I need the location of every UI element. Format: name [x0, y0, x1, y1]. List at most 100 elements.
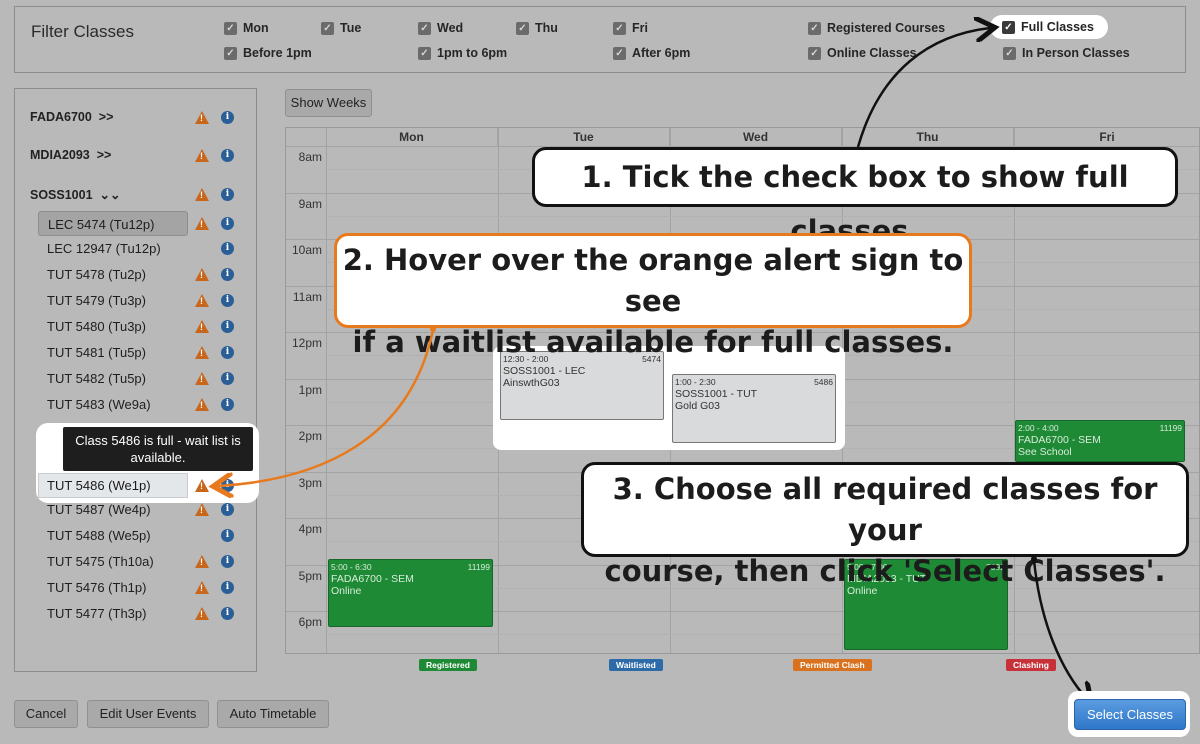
show-weeks-button[interactable]: Show Weeks — [285, 89, 372, 117]
filter-after-6pm[interactable]: ✓ After 6pm — [613, 46, 690, 60]
expand-icon[interactable]: >> — [99, 110, 114, 124]
alert-icon[interactable]: ! — [195, 188, 209, 201]
info-icon[interactable]: i — [221, 217, 234, 230]
alert-icon[interactable]: ! — [195, 346, 209, 359]
info-icon[interactable]: i — [221, 372, 234, 385]
hour-label: 5pm — [298, 568, 322, 583]
filter-mon[interactable]: ✓ Mon — [224, 21, 269, 35]
section-row[interactable]: TUT 5483 (We9a)! i — [14, 392, 257, 417]
checkbox-icon[interactable]: ✓ — [613, 46, 626, 60]
info-icon[interactable]: i — [221, 479, 234, 492]
legend-permitted-clash: Permitted Clash — [793, 659, 872, 671]
collapse-icon[interactable]: ⌄⌄ — [100, 188, 121, 202]
waitlist-tooltip: Class 5486 is full - wait list is availa… — [63, 427, 253, 471]
alert-icon[interactable]: ! — [195, 320, 209, 333]
alert-icon[interactable]: ! — [195, 268, 209, 281]
filter-wed[interactable]: ✓ Wed — [418, 21, 463, 35]
info-icon[interactable]: i — [221, 294, 234, 307]
section-row[interactable]: TUT 5479 (Tu3p)! i — [14, 288, 257, 313]
alert-icon[interactable]: ! — [195, 607, 209, 620]
section-label: TUT 5482 (Tu5p) — [47, 371, 146, 386]
class-event[interactable]: 5:00 - 6:30 11199 FADA6700 - SEM Online — [328, 559, 493, 627]
checkbox-icon[interactable]: ✓ — [224, 46, 237, 60]
filter-thu[interactable]: ✓ Thu — [516, 21, 558, 35]
section-row[interactable]: TUT 5488 (We5p) i — [14, 523, 257, 548]
select-classes-button[interactable]: Select Classes — [1074, 699, 1186, 730]
info-icon[interactable]: i — [221, 346, 234, 359]
info-icon[interactable]: i — [221, 607, 234, 620]
checkbox-icon[interactable]: ✓ — [321, 21, 334, 35]
alert-icon[interactable]: ! — [195, 372, 209, 385]
alert-icon[interactable]: ! — [195, 581, 209, 594]
section-row[interactable]: LEC 12947 (Tu12p) i — [14, 236, 257, 261]
section-row[interactable]: TUT 5475 (Th10a)! i — [14, 549, 257, 574]
filter-before-1pm[interactable]: ✓ Before 1pm — [224, 46, 312, 60]
event-location: Online — [331, 585, 362, 597]
info-icon[interactable]: i — [221, 242, 234, 255]
section-row[interactable]: TUT 5476 (Th1p)! i — [14, 575, 257, 600]
alert-icon[interactable]: ! — [195, 555, 209, 568]
day-header: Tue — [498, 128, 670, 146]
alert-icon[interactable]: ! — [195, 398, 209, 411]
filter-registered[interactable]: ✓ Registered Courses — [808, 21, 945, 35]
info-icon[interactable]: i — [221, 529, 234, 542]
filter-1pm-6pm[interactable]: ✓ 1pm to 6pm — [418, 46, 507, 60]
checkbox-icon[interactable]: ✓ — [808, 21, 821, 35]
auto-timetable-button[interactable]: Auto Timetable — [217, 700, 329, 728]
hour-label: 8am — [298, 150, 322, 164]
filter-online[interactable]: ✓ Online Classes — [808, 46, 917, 60]
filter-title: Filter Classes — [31, 22, 134, 41]
section-row[interactable]: TUT 5477 (Th3p)! i — [14, 601, 257, 626]
section-row[interactable]: TUT 5480 (Tu3p)! i — [14, 314, 257, 339]
section-row-tut-5486[interactable]: TUT 5486 (We1p) — [38, 473, 188, 498]
edit-user-events-button[interactable]: Edit User Events — [87, 700, 209, 728]
expand-icon[interactable]: >> — [97, 148, 112, 162]
hour-label: 2pm — [298, 429, 322, 443]
filter-full-classes[interactable]: ✓ Full Classes — [990, 15, 1108, 39]
day-header: Thu — [842, 128, 1014, 146]
info-icon[interactable]: i — [221, 111, 234, 124]
legend-clashing: Clashing — [1006, 659, 1056, 671]
checkbox-icon[interactable]: ✓ — [808, 46, 821, 60]
section-row[interactable]: TUT 5482 (Tu5p)! i — [14, 366, 257, 391]
filter-in-person[interactable]: ✓ In Person Classes — [1003, 46, 1130, 60]
alert-icon[interactable]: ! — [195, 503, 209, 516]
event-time: 5:00 - 6:30 — [331, 562, 372, 572]
checkbox-icon[interactable]: ✓ — [418, 46, 431, 60]
section-row[interactable]: LEC 5474 (Tu12p)! i — [14, 211, 257, 236]
checkbox-icon[interactable]: ✓ — [516, 21, 529, 35]
hour-label: 1pm — [298, 382, 322, 397]
info-icon[interactable]: i — [221, 188, 234, 201]
alert-icon-highlighted[interactable]: ! — [195, 479, 209, 492]
alert-icon[interactable]: ! — [195, 294, 209, 307]
cancel-button[interactable]: Cancel — [14, 700, 78, 728]
event-time: 1:00 - 2:30 — [675, 377, 716, 387]
alert-icon[interactable]: ! — [195, 149, 209, 162]
info-icon[interactable]: i — [221, 268, 234, 281]
course-row-soss1001[interactable]: SOSS1001 ⌄⌄ ! i — [14, 182, 257, 208]
checkbox-icon[interactable]: ✓ — [1003, 46, 1016, 60]
filter-fri[interactable]: ✓ Fri — [613, 21, 648, 35]
course-row-fada6700[interactable]: FADA6700 >> ! i — [14, 105, 257, 131]
info-icon[interactable]: i — [221, 581, 234, 594]
info-icon[interactable]: i — [221, 555, 234, 568]
class-event[interactable]: 1:00 - 2:30 5486 SOSS1001 - TUT Gold G03 — [672, 374, 836, 443]
course-row-mdia2093[interactable]: MDIA2093 >> ! i — [14, 143, 257, 169]
filter-tue[interactable]: ✓ Tue — [321, 21, 361, 35]
checkbox-icon[interactable]: ✓ — [224, 21, 237, 35]
class-event[interactable]: 2:00 - 4:00 11199 FADA6700 - SEM See School — [1015, 420, 1185, 462]
section-row[interactable]: TUT 5481 (Tu5p)! i — [14, 340, 257, 365]
alert-icon[interactable]: ! — [195, 111, 209, 124]
info-icon[interactable]: i — [221, 320, 234, 333]
checkbox-icon[interactable]: ✓ — [613, 21, 626, 35]
checkbox-icon[interactable]: ✓ — [418, 21, 431, 35]
section-row[interactable]: TUT 5478 (Tu2p)! i — [14, 262, 257, 287]
info-icon[interactable]: i — [221, 149, 234, 162]
alert-icon[interactable]: ! — [195, 217, 209, 230]
callout-step-2: 2. Hover over the orange alert sign to s… — [334, 233, 972, 359]
checkbox-icon[interactable]: ✓ — [1002, 20, 1015, 34]
info-icon[interactable]: i — [221, 398, 234, 411]
info-icon[interactable]: i — [221, 503, 234, 516]
section-label: TUT 5476 (Th1p) — [47, 580, 147, 595]
legend-waitlisted: Waitlisted — [609, 659, 663, 671]
